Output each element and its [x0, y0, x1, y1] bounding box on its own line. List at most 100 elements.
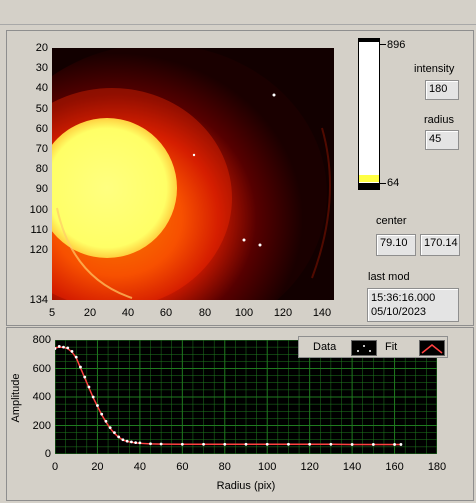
data-point	[100, 412, 104, 416]
profile-y-tick: 0	[44, 448, 51, 460]
profile-x-tick: 40	[133, 461, 146, 473]
profile-x-tick: 160	[385, 461, 404, 473]
intensity-label: intensity	[414, 63, 455, 75]
image-y-tick: 120	[29, 244, 48, 256]
colorbar-bottom-band	[359, 183, 379, 189]
data-point	[399, 443, 403, 446]
legend-data-swatch	[351, 340, 377, 356]
data-point	[371, 443, 375, 446]
data-point	[130, 440, 133, 444]
data-point	[83, 375, 87, 379]
data-point	[117, 435, 121, 439]
image-y-tick: 30	[35, 62, 48, 75]
profile-x-tick: 140	[342, 461, 362, 473]
profile-x-tick: 180	[427, 461, 447, 473]
legend-data-label: Data	[313, 341, 337, 353]
data-point	[308, 442, 312, 446]
profile-y-tick: 800	[32, 334, 51, 346]
profile-ylabel: Amplitude	[10, 373, 22, 423]
data-point	[223, 442, 227, 446]
image-y-tick: 90	[35, 183, 48, 196]
fit-series-line	[55, 346, 401, 446]
colorbar-max-marker	[380, 44, 386, 45]
data-point	[138, 441, 142, 445]
image-display[interactable]	[52, 48, 334, 300]
center-x-field[interactable]: 79.10	[376, 234, 416, 256]
data-point	[62, 345, 65, 349]
image-y-tick: 110	[30, 223, 48, 236]
image-y-tick: 80	[35, 163, 48, 176]
image-x-tick: 60	[159, 307, 173, 319]
image-y-tick: 50	[35, 102, 48, 115]
top-toolbar	[0, 0, 476, 25]
hot-pixel	[272, 93, 276, 97]
image-y-tick: 70	[35, 143, 48, 155]
image-y-tick: 20	[35, 42, 48, 54]
data-point	[104, 419, 108, 423]
image-y-tick: 134	[29, 294, 48, 306]
image-y-tick: 100	[29, 203, 48, 216]
profile-y-tick: 200	[32, 419, 51, 432]
data-point	[149, 442, 152, 446]
center-label: center	[376, 215, 407, 227]
hot-pixel	[242, 238, 246, 242]
image-x-tick: 140	[312, 307, 332, 319]
last-mod-date: 05/10/2023	[371, 306, 427, 318]
last-mod-label: last mod	[368, 271, 410, 283]
data-point	[79, 365, 82, 369]
data-point	[113, 431, 116, 435]
data-point	[66, 346, 70, 350]
colorbar-top-band	[359, 39, 379, 42]
hot-pixel	[258, 243, 262, 247]
colorbar-min-marker	[380, 183, 386, 184]
radius-field[interactable]: 45	[425, 130, 459, 150]
last-mod-field: 15:36:16.000 05/10/2023	[367, 288, 459, 322]
profile-x-tick: 100	[258, 461, 277, 473]
data-point	[91, 395, 95, 399]
legend-fit-swatch	[419, 340, 445, 356]
profile-x-tick: 0	[51, 461, 59, 473]
legend-data-icon	[357, 345, 371, 352]
center-y-field[interactable]: 170.14	[420, 234, 460, 256]
profile-y-tick: 400	[32, 391, 51, 403]
image-x-tick: 5	[48, 307, 56, 319]
last-mod-time: 15:36:16.000	[371, 292, 436, 304]
data-point	[134, 441, 138, 444]
radius-label: radius	[424, 114, 454, 126]
colorbar-max-label: 896	[387, 39, 406, 51]
data-point	[96, 404, 99, 407]
data-point	[350, 443, 354, 446]
data-point	[265, 442, 269, 446]
data-point	[202, 442, 205, 446]
heatmap-svg	[52, 48, 334, 300]
intensity-field[interactable]: 180	[425, 80, 459, 100]
colorbar[interactable]	[358, 38, 380, 190]
data-point	[74, 355, 78, 359]
plot-legend[interactable]: Data Fit	[298, 336, 448, 358]
data-point	[287, 442, 290, 446]
data-point	[393, 443, 396, 446]
colorbar-min-label: 64	[387, 177, 400, 189]
data-point	[244, 442, 248, 446]
data-point	[121, 438, 125, 442]
image-x-tick: 20	[83, 307, 97, 319]
image-x-tick: 100	[234, 307, 254, 319]
legend-fit-icon	[421, 344, 443, 354]
data-point	[180, 442, 184, 446]
data-point	[87, 385, 91, 389]
profile-x-tick: 20	[91, 461, 104, 473]
image-x-tick: 80	[198, 307, 212, 319]
image-y-tick: 60	[35, 122, 48, 135]
profile-y-tick: 600	[32, 362, 51, 375]
legend-fit-label: Fit	[385, 341, 398, 353]
data-point	[159, 442, 163, 446]
hot-pixel	[192, 153, 196, 157]
colorbar-yellow-band	[359, 175, 379, 182]
image-x-tick: 40	[121, 307, 135, 319]
data-point	[57, 345, 61, 348]
profile-x-tick: 80	[218, 461, 231, 473]
image-y-tick: 40	[35, 82, 48, 95]
profile-x-tick: 60	[176, 461, 189, 473]
data-point	[70, 350, 74, 353]
data-point	[125, 439, 129, 443]
